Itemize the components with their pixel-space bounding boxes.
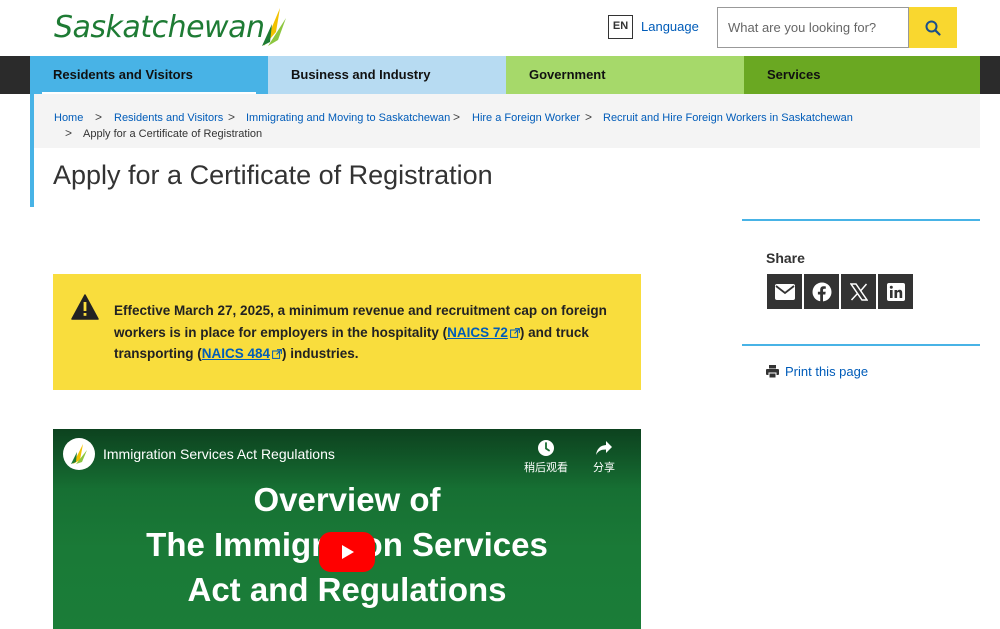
channel-avatar[interactable] — [63, 438, 95, 470]
logo-text: Saskatchewan — [54, 10, 265, 45]
nav-business-and-industry[interactable]: Business and Industry — [268, 56, 506, 94]
breadcrumb-separator: > — [585, 110, 593, 124]
main-nav: Residents and Visitors Business and Indu… — [0, 56, 1000, 94]
naics-484-link[interactable]: NAICS 484 — [202, 346, 270, 361]
youtube-video-embed[interactable]: Immigration Services Act Regulations 稍后观… — [53, 429, 641, 629]
search-input[interactable] — [717, 7, 909, 48]
external-link-icon — [509, 327, 520, 338]
site-header: Saskatchewan EN Language — [0, 0, 1000, 56]
search-icon — [925, 20, 941, 36]
share-facebook-button[interactable] — [804, 274, 839, 309]
sidebar-divider — [742, 219, 980, 221]
linkedin-icon — [886, 282, 905, 301]
watch-later-label: 稍后观看 — [524, 462, 568, 474]
breadcrumb-residents[interactable]: Residents and Visitors — [114, 112, 223, 124]
watch-later-button[interactable]: 稍后观看 — [521, 439, 571, 475]
video-title[interactable]: Immigration Services Act Regulations — [103, 446, 335, 462]
share-email-button[interactable] — [767, 274, 802, 309]
breadcrumb-recruit-and-hire[interactable]: Recruit and Hire Foreign Workers in Sask… — [603, 112, 853, 124]
breadcrumb-current: Apply for a Certificate of Registration — [83, 128, 263, 140]
video-overlay-line: Act and Regulations — [187, 571, 507, 608]
alert-message: Effective March 27, 2025, a minimum reve… — [114, 300, 619, 365]
breadcrumb-home[interactable]: Home — [54, 112, 83, 124]
breadcrumb-separator: > — [65, 126, 73, 140]
language-link[interactable]: Language — [641, 19, 699, 34]
x-icon — [849, 282, 868, 301]
language-code-badge[interactable]: EN — [608, 15, 633, 39]
share-heading: Share — [766, 250, 805, 266]
printer-icon — [766, 365, 779, 378]
nav-services[interactable]: Services — [744, 56, 980, 94]
breadcrumb-separator: > — [228, 110, 236, 124]
notice-alert: Effective March 27, 2025, a minimum reve… — [53, 274, 641, 390]
breadcrumb-immigrating[interactable]: Immigrating and Moving to Saskatchewan — [246, 112, 450, 124]
alert-text-part: ) industries. — [282, 346, 359, 361]
title-accent-bar — [30, 94, 34, 207]
play-button[interactable] — [319, 532, 375, 572]
share-arrow-icon — [596, 441, 612, 455]
sidebar-divider — [742, 344, 980, 346]
breadcrumb-separator: > — [453, 110, 461, 124]
nav-government[interactable]: Government — [506, 56, 744, 94]
share-linkedin-button[interactable] — [878, 274, 913, 309]
share-x-button[interactable] — [841, 274, 876, 309]
facebook-icon — [812, 282, 831, 302]
breadcrumb-separator: > — [95, 110, 103, 124]
nav-residents-and-visitors[interactable]: Residents and Visitors — [30, 56, 268, 94]
search-button[interactable] — [909, 7, 957, 48]
warning-icon — [71, 294, 99, 320]
naics-72-link[interactable]: NAICS 72 — [447, 325, 508, 340]
breadcrumb-hire-foreign-worker[interactable]: Hire a Foreign Worker — [472, 112, 580, 124]
video-share-button[interactable]: 分享 — [579, 439, 629, 475]
wheat-logo-icon — [262, 8, 287, 46]
saskatchewan-logo[interactable]: Saskatchewan — [54, 6, 288, 48]
clock-icon — [538, 440, 554, 456]
external-link-icon — [272, 349, 282, 359]
email-icon — [774, 283, 795, 300]
print-page-link[interactable]: Print this page — [766, 364, 868, 379]
play-icon — [342, 545, 354, 559]
wheat-logo-icon — [71, 444, 87, 464]
print-page-label: Print this page — [785, 364, 869, 379]
video-overlay-line: Overview of — [253, 481, 441, 518]
page-title: Apply for a Certificate of Registration — [53, 160, 493, 190]
breadcrumb: Home > Residents and Visitors > Immigrat… — [30, 94, 980, 148]
video-share-label: 分享 — [593, 462, 615, 474]
